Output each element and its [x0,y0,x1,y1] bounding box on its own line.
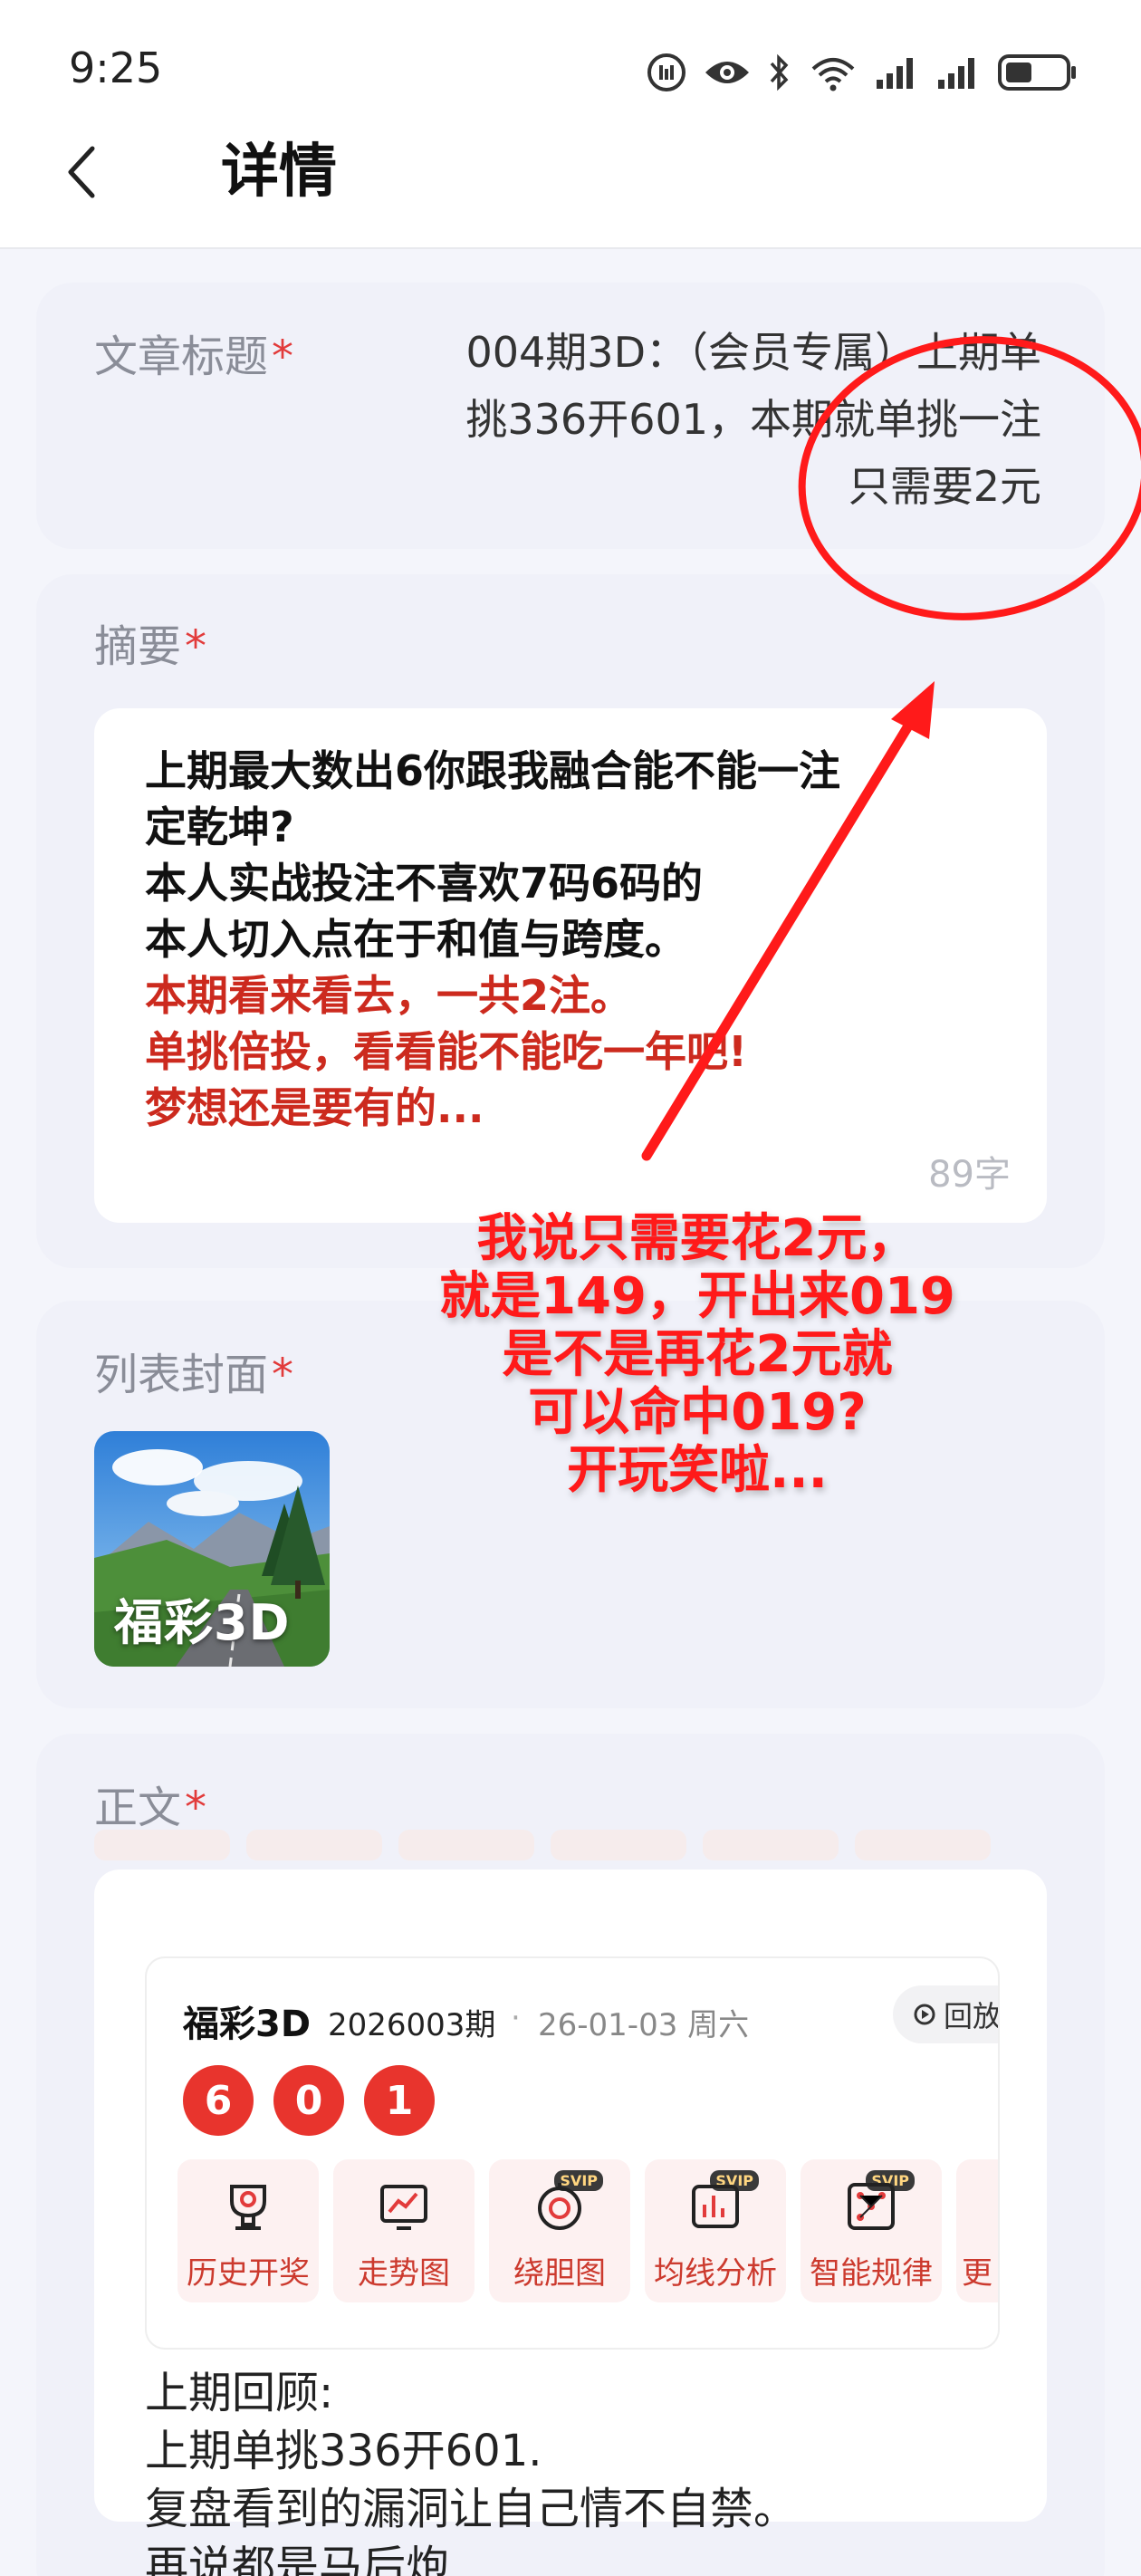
article-title-label: 文章标题* [94,332,294,382]
cover-label: 列表封面* [94,1350,294,1400]
page-title: 详情 [221,139,337,206]
cover-image[interactable]: 福彩3D [94,1431,330,1667]
body-line: 上期回顾: [145,2368,334,2418]
abstract-line: 本人切入点在于和值与跨度。 [145,915,686,964]
tool-more[interactable]: 更 [956,2159,998,2302]
body-label: 正文* [94,1783,207,1833]
replay-label: 回放 [944,1999,998,2033]
abstract-line: 定乾坤? [145,803,294,851]
abstract-line-highlight: 本期看来看去，一共2注。 [145,971,633,1020]
abstract-line-highlight: 梦想还是要有的... [145,1083,484,1132]
body-line: 再说都是马后炮 [145,2542,450,2576]
tool-smart-pattern[interactable]: SVIP 智能规律 [801,2159,942,2302]
signal-icon-2 [938,58,974,89]
eye-icon [705,62,749,83]
tool-label: 历史开奖 [187,2255,310,2292]
circle-chart-icon [538,2183,581,2230]
char-count: 89字 [928,1154,1011,1196]
status-icons [647,45,1078,100]
chip [398,1830,534,1860]
body-line: 复盘看到的漏洞让自己情不自禁。 [145,2484,798,2534]
tool-label: 绕胆图 [513,2255,606,2292]
number-ball: 1 [364,2065,435,2136]
article-title-card: 文章标题* 004期3D：（会员专属）上期单 挑336开601，本期就单挑一注 … [36,283,1105,549]
tool-label: 均线分析 [654,2255,777,2292]
signal-icon [877,58,913,89]
nav-bar: 详情 [0,118,1141,249]
body-line: 上期单挑336开601. [145,2426,542,2476]
chip [246,1830,382,1860]
chip [551,1830,686,1860]
article-title-value[interactable]: 004期3D：（会员专属）上期单 挑336开601，本期就单挑一注 只需要2元 [353,319,1041,520]
abstract-line-highlight: 单挑倍投，看看能不能吃一年吧! [145,1027,747,1076]
chip [94,1830,230,1860]
replay-icon [914,2004,935,2025]
bar-chart-icon [692,2185,739,2228]
separator: · [511,2000,521,2036]
data-saver-icon [647,53,686,91]
abstract-label: 摘要* [94,621,207,672]
tool-label: 更 [962,2255,992,2292]
winning-numbers: 6 0 1 [183,2065,435,2136]
number-ball: 0 [273,2065,344,2136]
wifi-icon [811,58,855,91]
trophy-icon [230,2185,266,2230]
lottery-result-card[interactable]: 福彩3D 2026003期 · 26-01-03 周六 回放 6 0 1 历史开… [147,1958,998,2348]
status-time: 9:25 [69,43,163,92]
chevron-left-icon [68,146,95,198]
abstract-line: 上期最大数出6你跟我融合能不能一注 [145,746,841,795]
abstract-line: 本人实战投注不喜欢7码6码的 [145,859,704,908]
tool-label: 智能规律 [810,2255,933,2292]
replay-button[interactable]: 回放 [893,1985,998,2043]
number-ball: 6 [183,2065,254,2136]
tool-row: 历史开奖 走势图 SVIP 绕胆图 SVIP 均线分析 SVIP 智能规律 更 [177,2159,998,2302]
tool-trend-chart[interactable]: 走势图 [333,2159,475,2302]
status-bar: 9:25 [0,0,1141,136]
trend-chart-icon [380,2185,427,2230]
tool-label: 走势图 [358,2255,450,2292]
lottery-name: 福彩3D [183,2004,312,2045]
clipped-chip-row [94,1830,1000,1860]
bluetooth-icon [770,53,789,91]
ai-dots-icon [848,2183,895,2230]
abstract-textarea[interactable]: 上期最大数出6你跟我融合能不能一注 定乾坤? 本人实战投注不喜欢7码6码的 本人… [94,708,1047,1223]
lottery-date: 26-01-03 周六 [538,2007,750,2043]
body-text: 上期回顾: 上期单挑336开601. 复盘看到的漏洞让自己情不自禁。 再说都是马… [145,2364,978,2576]
chip [855,1830,991,1860]
tool-history-draws[interactable]: 历史开奖 [177,2159,319,2302]
back-button[interactable] [45,127,118,217]
abstract-card: 摘要* 上期最大数出6你跟我融合能不能一注 定乾坤? 本人实战投注不喜欢7码6码… [36,574,1105,1268]
annotation-text: 我说只需要花2元， 就是149，开出来019 是不是再花2元就 可以命中019?… [439,1209,955,1500]
chip [703,1830,839,1860]
tool-circle-chart[interactable]: SVIP 绕胆图 [489,2159,630,2302]
tool-moving-average[interactable]: SVIP 均线分析 [645,2159,786,2302]
cover-image-text: 福彩3D [114,1594,291,1651]
battery-icon [998,54,1076,91]
lottery-period: 2026003期 [328,2007,496,2043]
